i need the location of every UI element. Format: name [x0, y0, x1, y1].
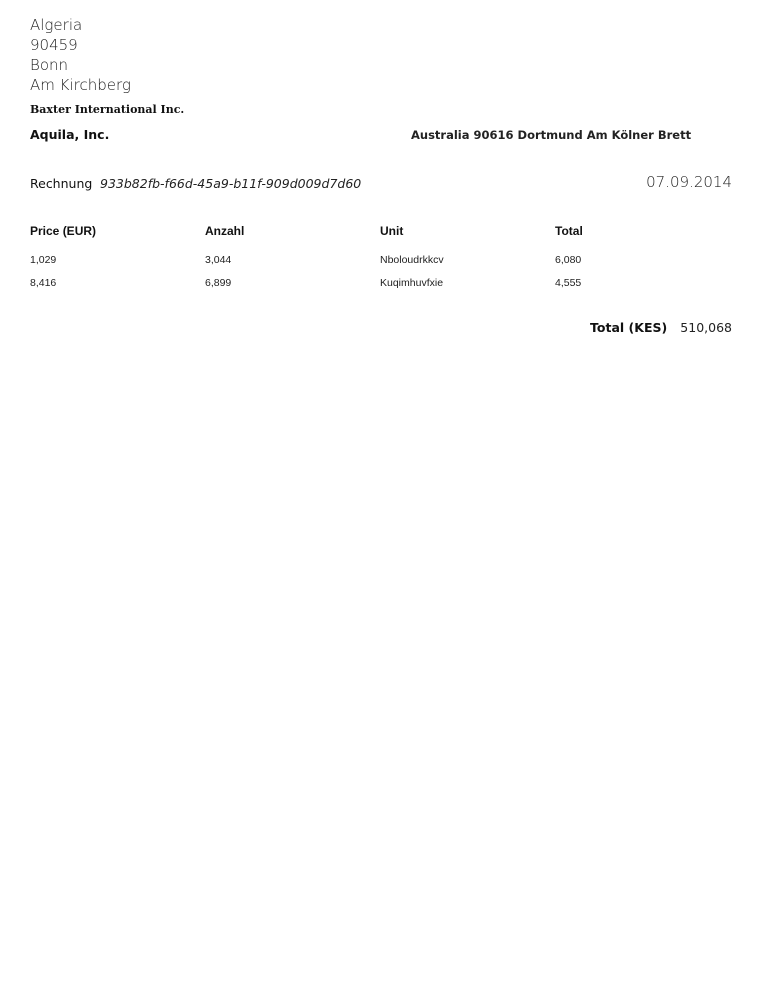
- recipient-name: Aquila, Inc.: [30, 127, 110, 142]
- sender-address: Algeria 90459 Bonn Am Kirchberg: [30, 15, 131, 95]
- line-items-table: Price (EUR) Anzahl Unit Total 1,029 3,04…: [30, 224, 730, 300]
- grand-total-value: 510,068: [680, 320, 732, 335]
- table-row: 1,029 3,044 Nboloudrkkcv 6,080: [30, 254, 730, 277]
- grand-total-label: Total (KES): [590, 320, 668, 335]
- cell-total: 6,080: [555, 254, 582, 266]
- table-header-row: Price (EUR) Anzahl Unit Total: [30, 224, 730, 248]
- table-row: 8,416 6,899 Kuqimhuvfxie 4,555: [30, 277, 730, 300]
- header-total: Total: [555, 224, 583, 238]
- invoice-date: 07.09.2014: [646, 173, 732, 191]
- sender-country: Algeria: [30, 16, 83, 34]
- grand-total: Total (KES) 510,068: [590, 317, 732, 336]
- sender-company-name: Baxter International Inc.: [30, 103, 185, 116]
- cell-price: 8,416: [30, 277, 57, 289]
- invoice-label: Rechnung: [30, 176, 93, 191]
- header-quantity: Anzahl: [205, 224, 245, 238]
- sender-street: Am Kirchberg: [30, 76, 131, 94]
- table-body: 1,029 3,044 Nboloudrkkcv 6,080 8,416 6,8…: [30, 254, 730, 300]
- cell-price: 1,029: [30, 254, 57, 266]
- header-unit: Unit: [380, 224, 404, 238]
- header-price: Price (EUR): [30, 224, 97, 238]
- cell-quantity: 6,899: [205, 277, 232, 289]
- recipient-address: Australia 90616 Dortmund Am Kölner Brett: [411, 128, 692, 142]
- cell-unit: Nboloudrkkcv: [380, 254, 444, 266]
- cell-unit: Kuqimhuvfxie: [380, 277, 444, 289]
- sender-postal-code: 90459: [30, 36, 78, 54]
- invoice-header: Rechnung 933b82fb-f66d-45a9-b11f-909d009…: [30, 173, 732, 195]
- invoice-number: 933b82fb-f66d-45a9-b11f-909d009d7d60: [100, 176, 362, 191]
- cell-quantity: 3,044: [205, 254, 232, 266]
- cell-total: 4,555: [555, 277, 582, 289]
- sender-city: Bonn: [30, 56, 69, 74]
